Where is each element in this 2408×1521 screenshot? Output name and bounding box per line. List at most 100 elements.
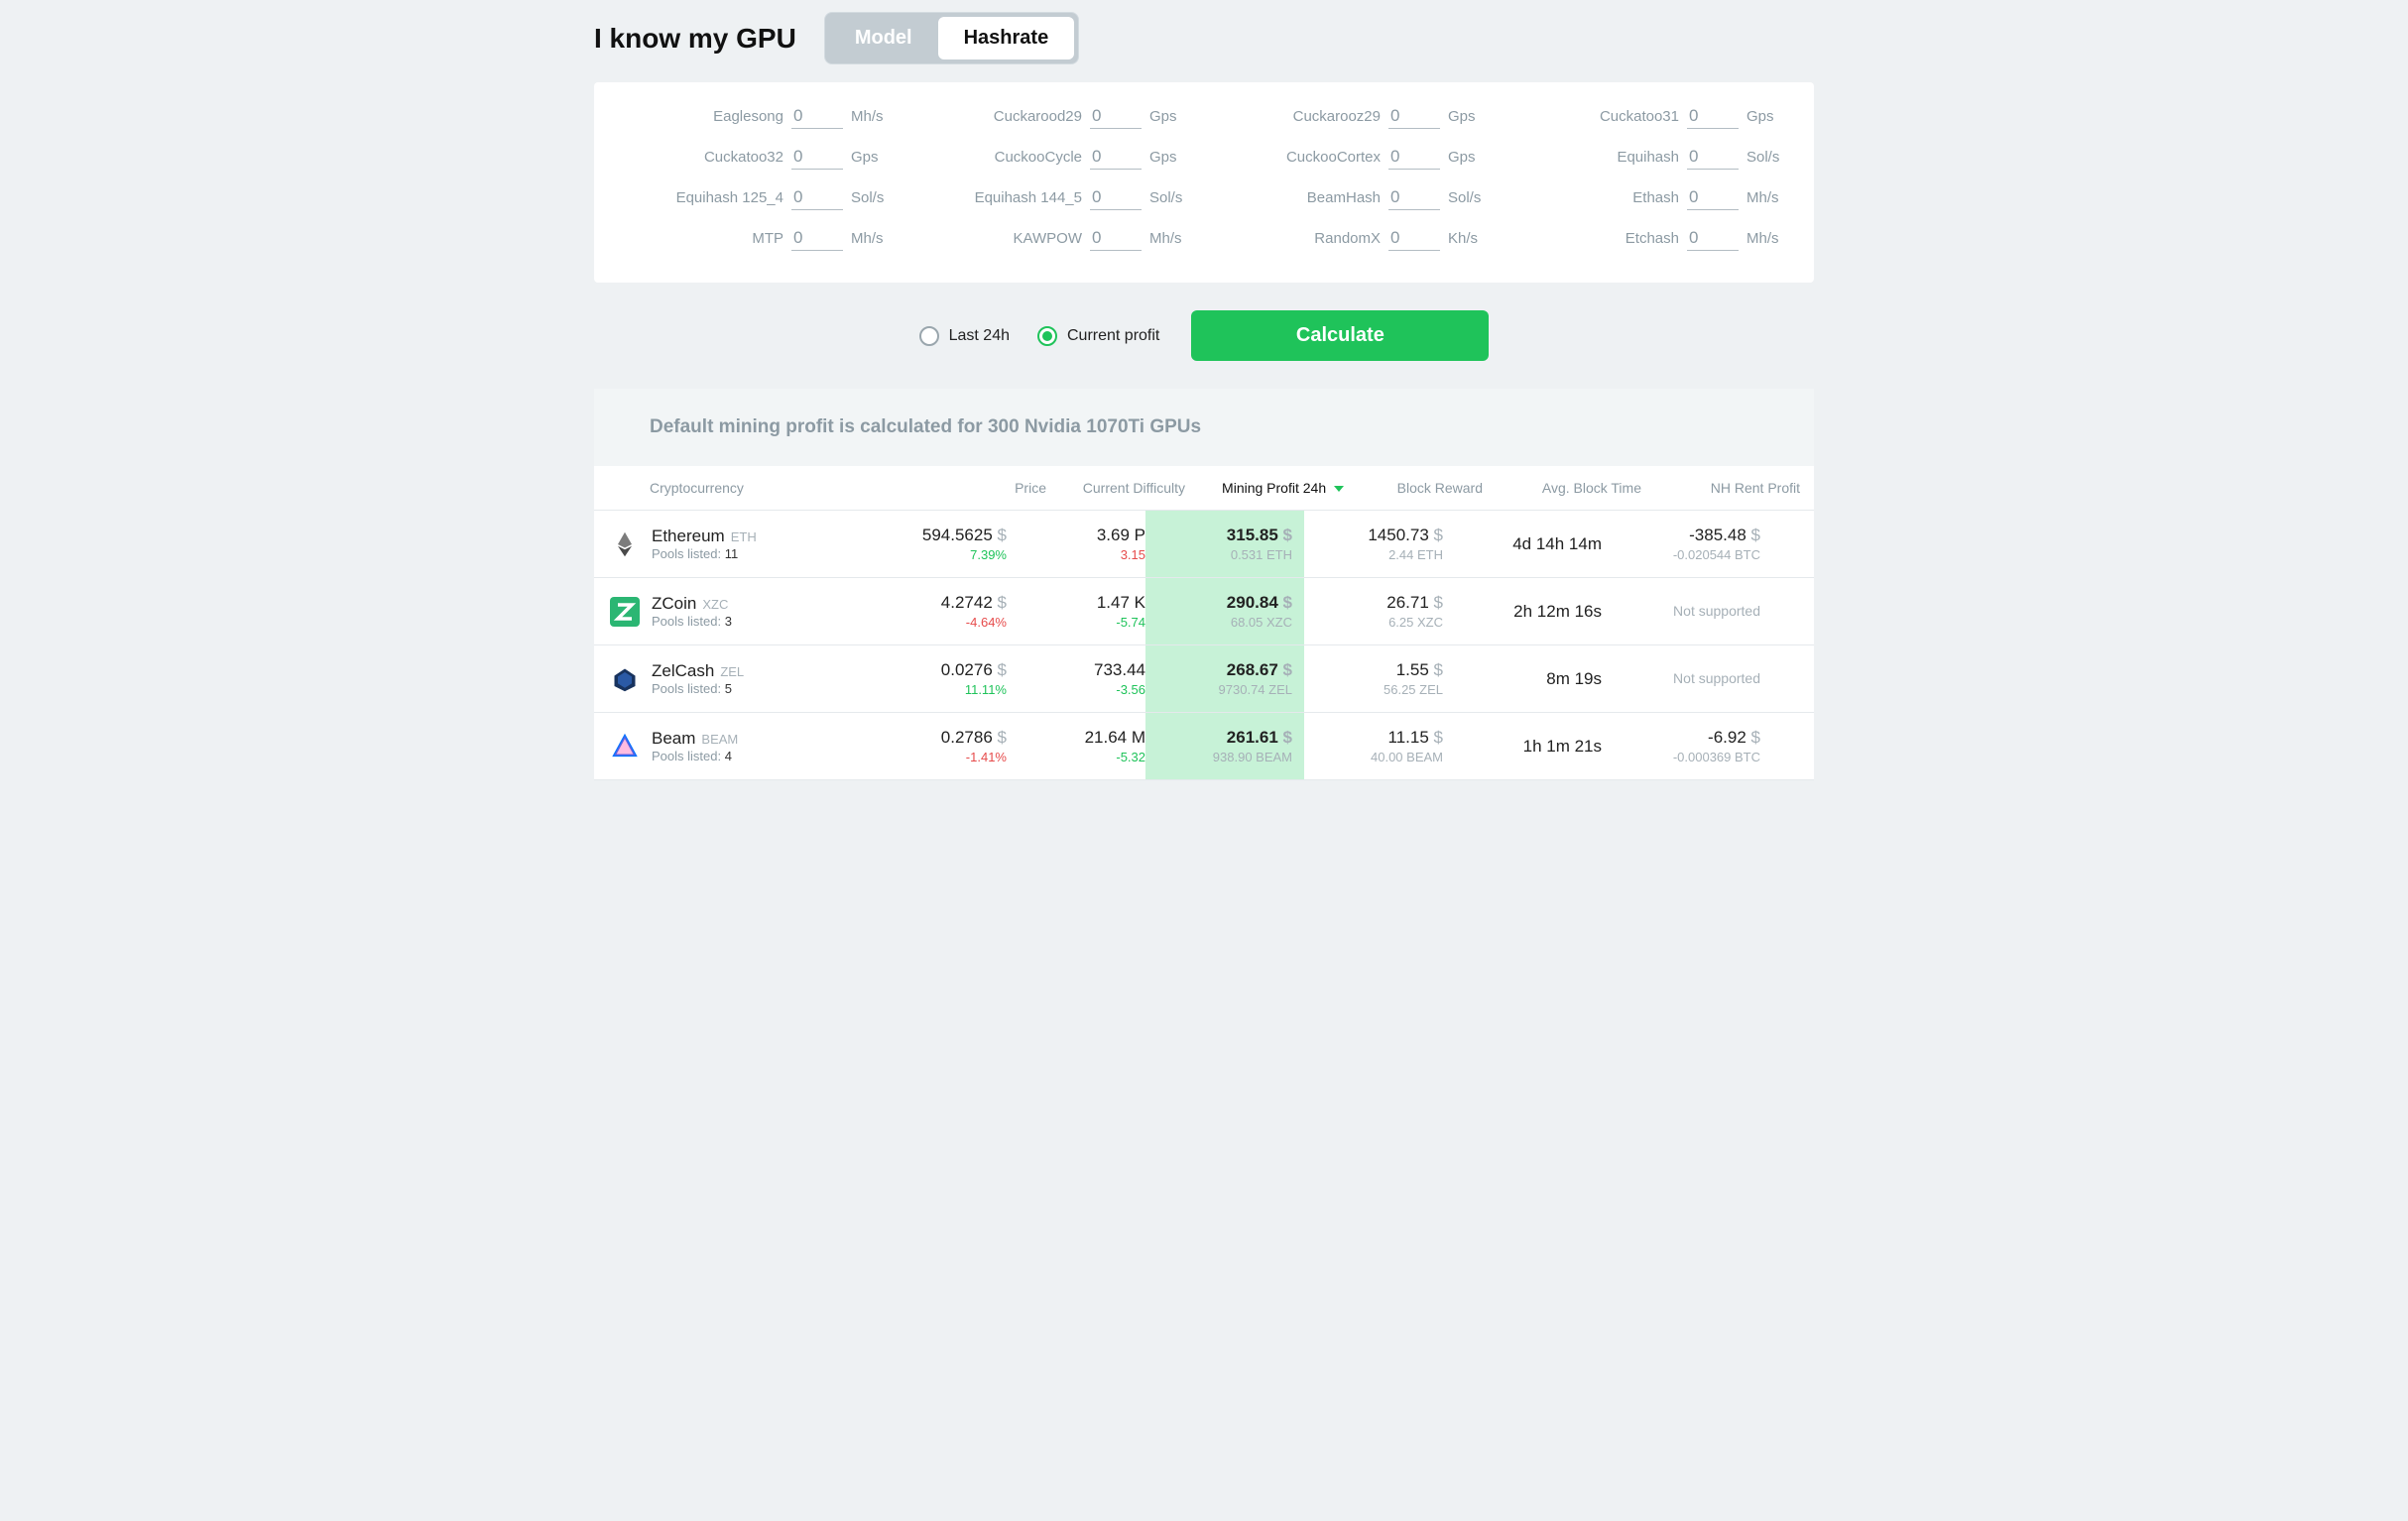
rent-not-supported: Not supported <box>1673 603 1760 619</box>
coin-ticker: BEAM <box>701 732 738 747</box>
hashrate-input-row: CuckooCortexGps <box>1219 147 1488 170</box>
cell-mining-profit: 315.85 $0.531 ETH <box>1145 511 1304 577</box>
table-row[interactable]: BeamBEAMPools listed: 40.2786 $-1.41%21.… <box>594 713 1814 780</box>
coin-icon <box>610 529 640 559</box>
hashrate-input-row: EthashMh/s <box>1517 187 1786 210</box>
hashrate-input[interactable] <box>1388 187 1440 210</box>
rent-value: -6.92 $ <box>1708 728 1760 748</box>
hashrate-grid: EaglesongMh/sCuckarood29GpsCuckarooz29Gp… <box>622 106 1786 251</box>
hashrate-input[interactable] <box>791 187 843 210</box>
hashrate-input[interactable] <box>1687 187 1739 210</box>
radio-icon <box>1037 326 1057 346</box>
rent-sub: -0.000369 BTC <box>1673 750 1760 764</box>
hashrate-panel: EaglesongMh/sCuckarood29GpsCuckarooz29Gp… <box>594 82 1814 283</box>
hashrate-input-row: MTPMh/s <box>622 228 891 251</box>
profit-sub: 9730.74 ZEL <box>1219 682 1292 697</box>
table-row[interactable]: ZCoinXZCPools listed: 34.2742 $-4.64%1.4… <box>594 578 1814 645</box>
hashrate-input[interactable] <box>1388 106 1440 129</box>
pools-listed: Pools listed: 3 <box>652 614 732 629</box>
reward-sub: 2.44 ETH <box>1388 547 1443 562</box>
cell-block-time: 4d 14h 14m <box>1443 534 1602 554</box>
cell-block-reward: 11.15 $40.00 BEAM <box>1304 728 1443 764</box>
hashrate-input[interactable] <box>1388 228 1440 251</box>
calculate-button[interactable]: Calculate <box>1191 310 1489 361</box>
radio-label: Current profit <box>1067 327 1159 345</box>
th-difficulty[interactable]: Current Difficulty <box>1046 480 1185 496</box>
hashrate-input[interactable] <box>1090 147 1142 170</box>
reward-value: 11.15 $ <box>1388 728 1443 748</box>
cell-crypto: EthereumETHPools listed: 11 <box>610 526 888 561</box>
price-value: 0.0276 $ <box>941 660 1007 680</box>
hashrate-input[interactable] <box>1687 106 1739 129</box>
difficulty-change: -3.56 <box>1116 682 1145 697</box>
hashrate-label: CuckooCortex <box>1286 149 1381 170</box>
cell-difficulty: 1.47 K-5.74 <box>1007 593 1145 630</box>
hashrate-input[interactable] <box>791 106 843 129</box>
hashrate-input-row: Cuckarood29Gps <box>920 106 1189 129</box>
radio-current-profit[interactable]: Current profit <box>1037 326 1159 346</box>
cell-rent-profit: -385.48 $-0.020544 BTC <box>1602 526 1760 562</box>
rent-sub: -0.020544 BTC <box>1673 547 1760 562</box>
hashrate-input[interactable] <box>1687 228 1739 251</box>
coin-icon <box>610 664 640 694</box>
page-title: I know my GPU <box>594 23 796 55</box>
hashrate-input-row: Equihash 125_4Sol/s <box>622 187 891 210</box>
hashrate-input[interactable] <box>1687 147 1739 170</box>
hashrate-unit: Gps <box>851 149 891 170</box>
coin-ticker: ZEL <box>720 664 744 679</box>
coin-ticker: XZC <box>702 597 728 612</box>
profit-value: 268.67 $ <box>1227 660 1292 680</box>
pools-listed: Pools listed: 5 <box>652 681 744 696</box>
hashrate-input-row: RandomXKh/s <box>1219 228 1488 251</box>
cell-block-reward: 26.71 $6.25 XZC <box>1304 593 1443 630</box>
price-change: -1.41% <box>966 750 1007 764</box>
hashrate-input-row: Cuckatoo32 Gps <box>622 147 891 170</box>
reward-value: 26.71 $ <box>1386 593 1443 613</box>
cell-price: 0.0276 $ 11.11% <box>888 660 1007 697</box>
difficulty-value: 21.64 M <box>1085 728 1145 748</box>
hashrate-input-row: BeamHashSol/s <box>1219 187 1488 210</box>
rent-not-supported: Not supported <box>1673 670 1760 686</box>
hashrate-unit: Mh/s <box>1149 230 1189 251</box>
hashrate-input-row: Cuckatoo31Gps <box>1517 106 1786 129</box>
toggle-hashrate-button[interactable]: Hashrate <box>938 17 1075 59</box>
hashrate-label: Equihash 125_4 <box>676 189 783 210</box>
th-crypto[interactable]: Cryptocurrency <box>650 480 927 496</box>
hashrate-input-row: EaglesongMh/s <box>622 106 891 129</box>
coin-name: ZCoin <box>652 594 696 614</box>
th-mining-profit[interactable]: Mining Profit 24h <box>1185 480 1344 496</box>
table-row[interactable]: EthereumETHPools listed: 11594.5625 $7.3… <box>594 511 1814 578</box>
radio-last-24h[interactable]: Last 24h <box>919 326 1010 346</box>
th-price[interactable]: Price <box>927 480 1046 496</box>
th-avg-block-time[interactable]: Avg. Block Time <box>1483 480 1641 496</box>
toggle-model-button[interactable]: Model <box>829 17 938 59</box>
table-header-row: Cryptocurrency Price Current Difficulty … <box>594 466 1814 511</box>
th-nh-rent-profit[interactable]: NH Rent Profit <box>1641 480 1800 496</box>
price-value: 594.5625 $ <box>922 526 1007 545</box>
hashrate-label: Cuckatoo32 <box>704 149 783 170</box>
hashrate-input[interactable] <box>1090 228 1142 251</box>
hashrate-input-row: EtchashMh/s <box>1517 228 1786 251</box>
profit-value: 261.61 $ <box>1227 728 1292 748</box>
hashrate-input[interactable] <box>791 228 843 251</box>
table-row[interactable]: ZelCashZELPools listed: 50.0276 $11.11%7… <box>594 645 1814 713</box>
timeframe-radio-group: Last 24h Current profit <box>919 326 1160 346</box>
price-change: 11.11% <box>965 682 1007 697</box>
hashrate-label: Cuckarood29 <box>994 108 1082 129</box>
hashrate-unit: Kh/s <box>1448 230 1488 251</box>
difficulty-value: 733.44 <box>1094 660 1145 680</box>
hashrate-input-row: Cuckarooz29Gps <box>1219 106 1488 129</box>
hashrate-input[interactable] <box>1388 147 1440 170</box>
th-block-reward[interactable]: Block Reward <box>1344 480 1483 496</box>
hashrate-label: BeamHash <box>1307 189 1381 210</box>
hashrate-label: Equihash <box>1617 149 1679 170</box>
header-row: I know my GPU Model Hashrate <box>594 0 1814 82</box>
cell-block-reward: 1.55 $56.25 ZEL <box>1304 660 1443 697</box>
hashrate-input[interactable] <box>791 147 843 170</box>
cell-block-time: 8m 19s <box>1443 669 1602 689</box>
hashrate-input[interactable] <box>1090 106 1142 129</box>
difficulty-value: 3.69 P <box>1097 526 1145 545</box>
cell-mining-profit: 290.84 $68.05 XZC <box>1145 578 1304 644</box>
cell-difficulty: 3.69 P3.15 <box>1007 526 1145 562</box>
hashrate-input[interactable] <box>1090 187 1142 210</box>
